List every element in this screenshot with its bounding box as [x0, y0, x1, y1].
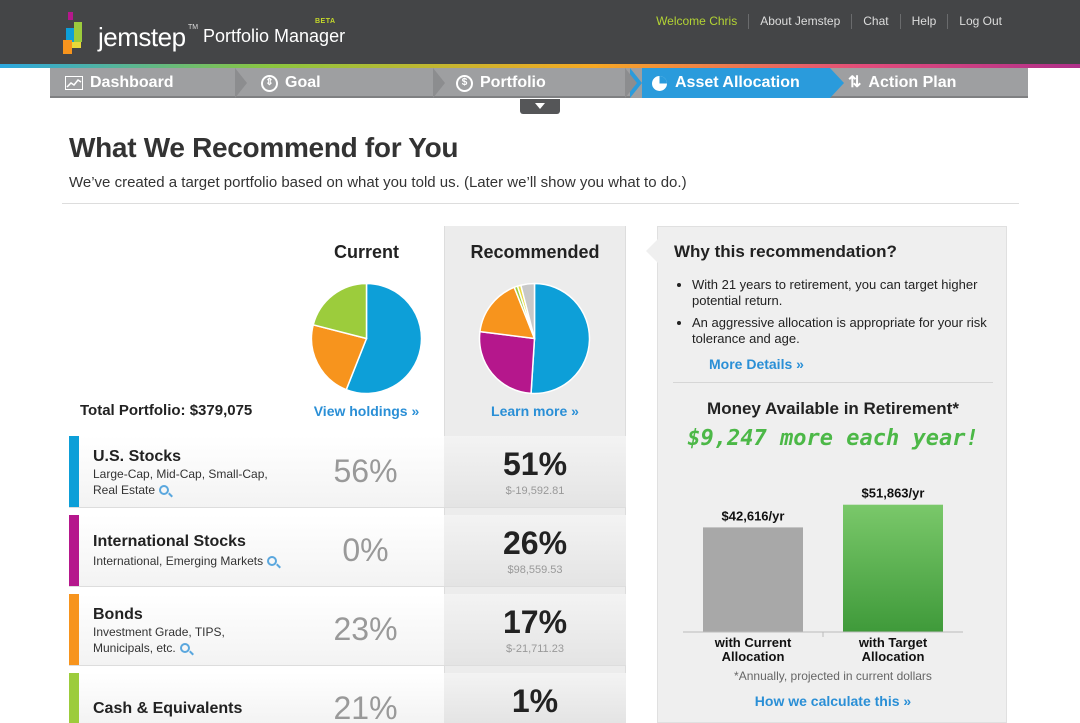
- goal-icon: ⇕: [261, 74, 278, 92]
- view-holdings-link[interactable]: View holdings »: [300, 403, 433, 419]
- nav-about-link[interactable]: About Jemstep: [748, 14, 851, 29]
- jemstep-logo-icon: [63, 12, 82, 54]
- chart-footnote: *Annually, projected in current dollars: [734, 669, 932, 683]
- recommendation-panel: Why this recommendation? With 21 years t…: [646, 226, 1008, 723]
- category-color-bar: [69, 436, 79, 507]
- product-name: Portfolio Manager: [203, 26, 346, 46]
- asset-name: International Stocks: [93, 533, 246, 550]
- asset-description: Investment Grade, TIPS, Municipals, etc.: [93, 624, 253, 656]
- category-label: with Current: [714, 635, 792, 650]
- current-heading: Current: [333, 242, 399, 262]
- asset-row-cash[interactable]: Cash & Equivalents 21% 1%: [69, 673, 626, 723]
- asset-name: Cash & Equivalents: [93, 700, 243, 717]
- recommended-heading: Recommended: [470, 242, 600, 262]
- asset-row-us-stocks[interactable]: U.S. Stocks Large-Cap, Mid-Cap, Small-Ca…: [69, 436, 626, 508]
- asset-description: International, Emerging Markets: [93, 553, 323, 569]
- asset-desc-text: Large-Cap, Mid-Cap, Small-Cap, Real Esta…: [93, 467, 268, 497]
- title-divider: [62, 203, 1019, 204]
- category-color-bar: [69, 594, 79, 665]
- step-separator: [625, 68, 637, 98]
- asset-desc-text: Investment Grade, TIPS, Municipals, etc.: [93, 625, 225, 655]
- why-bullet: With 21 years to retirement, you can tar…: [692, 277, 992, 309]
- why-list: With 21 years to retirement, you can tar…: [692, 277, 992, 353]
- dollar-change: $-21,711.23: [506, 643, 564, 655]
- recommended-allocation-pie: [478, 282, 591, 395]
- learn-more-link[interactable]: Learn more »: [444, 403, 626, 419]
- asset-name: Bonds: [93, 606, 143, 623]
- asset-row-bonds[interactable]: Bonds Investment Grade, TIPS, Municipals…: [69, 594, 626, 666]
- step-goal[interactable]: ⇕ Goal: [261, 68, 321, 98]
- welcome-text: Welcome Chris: [656, 14, 738, 28]
- category-color-bar: [69, 673, 79, 723]
- asset-desc-text: International, Emerging Markets: [93, 554, 264, 568]
- dollar-change: $-19,592.81: [505, 485, 565, 497]
- step-label: Portfolio: [480, 74, 546, 91]
- dollar-icon: $: [456, 74, 473, 92]
- nav-chat-link[interactable]: Chat: [851, 14, 899, 29]
- app-header: jemstep TM Portfolio Manager BETA Welcom…: [0, 0, 1080, 65]
- step-asset-allocation[interactable]: Asset Allocation: [651, 68, 800, 98]
- category-label: Allocation: [722, 649, 785, 662]
- chart-icon: [65, 76, 83, 90]
- dollar-change: $98,559.53: [507, 564, 563, 576]
- pie-icon: [652, 75, 667, 91]
- step-dashboard[interactable]: Dashboard: [65, 68, 174, 98]
- step-label: Goal: [285, 74, 321, 91]
- top-nav: Welcome Chris About Jemstep Chat Help Lo…: [645, 14, 1013, 29]
- how-we-calculate-link[interactable]: How we calculate this »: [658, 693, 1008, 709]
- money-gain: $9,247 more each year!: [687, 426, 979, 451]
- recommended-percent: 26%: [502, 525, 568, 561]
- more-details-link[interactable]: More Details »: [709, 356, 804, 372]
- category-label: Allocation: [862, 649, 925, 662]
- pie-slice: [478, 330, 536, 395]
- search-icon[interactable]: [267, 556, 278, 566]
- current-allocation-pie: [310, 282, 423, 395]
- step-label: Action Plan: [868, 74, 957, 91]
- money-title: Money Available in Retirement*: [707, 399, 959, 418]
- beta-badge: BETA: [315, 18, 336, 25]
- step-separator: [433, 68, 445, 98]
- bar-value-label: $51,863/yr: [862, 486, 925, 501]
- recommended-percent: 51%: [502, 446, 568, 482]
- arrows-icon: ⇅: [848, 74, 862, 91]
- asset-name: U.S. Stocks: [93, 448, 182, 465]
- bar-value-label: $42,616/yr: [722, 508, 785, 523]
- current-percent: 23%: [333, 611, 398, 647]
- nav-help-link[interactable]: Help: [899, 14, 948, 29]
- step-separator: [235, 68, 247, 98]
- retirement-bar: [703, 527, 803, 632]
- step-label: Asset Allocation: [675, 74, 800, 91]
- asset-row-international-stocks[interactable]: International Stocks International, Emer…: [69, 515, 626, 587]
- collapse-toggle[interactable]: [520, 99, 560, 114]
- step-action-plan[interactable]: ⇅ Action Plan: [848, 68, 956, 98]
- step-portfolio[interactable]: $ Portfolio: [456, 68, 546, 98]
- total-portfolio: Total Portfolio: $379,075: [80, 402, 253, 419]
- step-label: Dashboard: [90, 74, 174, 91]
- why-title: Why this recommendation?: [674, 242, 897, 261]
- recommended-percent: 1%: [511, 683, 559, 719]
- asset-description: Large-Cap, Mid-Cap, Small-Cap, Real Esta…: [93, 466, 293, 498]
- current-percent: 21%: [333, 690, 398, 723]
- current-percent: 0%: [342, 532, 389, 568]
- logo-trademark: TM: [188, 24, 199, 31]
- category-color-bar: [69, 515, 79, 586]
- page-subtitle: We’ve created a target portfolio based o…: [69, 174, 687, 191]
- retirement-bar-chart: $42,616/yrwith CurrentAllocation$51,863/…: [683, 486, 963, 662]
- logo-text: jemstep: [98, 22, 186, 52]
- recommended-percent: 17%: [502, 604, 568, 640]
- panel-divider: [673, 382, 993, 383]
- category-label: with Target: [858, 635, 928, 650]
- step-navigation: Dashboard ⇕ Goal $ Portfolio Asset Alloc…: [50, 68, 1028, 98]
- current-percent: 56%: [333, 453, 398, 489]
- search-icon[interactable]: [179, 643, 190, 653]
- pie-slice: [530, 282, 591, 395]
- page-title: What We Recommend for You: [69, 132, 459, 163]
- retirement-bar: [843, 504, 943, 632]
- why-bullet: An aggressive allocation is appropriate …: [692, 315, 992, 347]
- nav-logout-link[interactable]: Log Out: [947, 14, 1013, 29]
- search-icon[interactable]: [159, 485, 170, 495]
